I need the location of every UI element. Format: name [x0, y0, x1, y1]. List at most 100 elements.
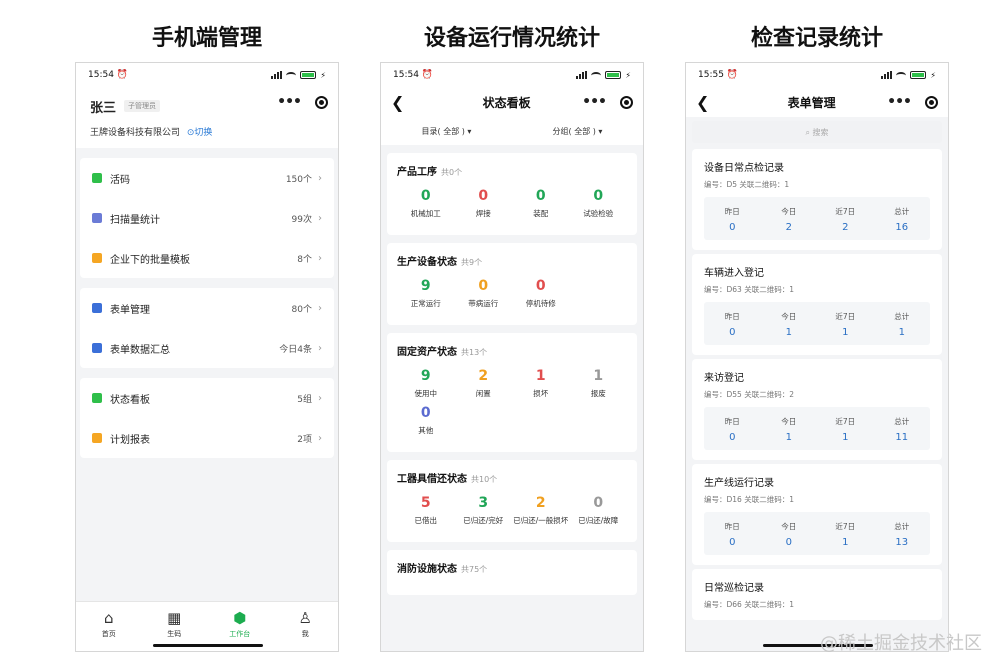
stat-number: 0: [478, 278, 489, 294]
menu-item[interactable]: 扫描量统计 99次 ›: [80, 198, 334, 238]
mini-program-capsule: •••: [887, 94, 938, 110]
record-stat: 近7日 2: [817, 206, 874, 233]
menu-item-label: 企业下的批量模板: [110, 254, 190, 266]
form-record-card[interactable]: 车辆进入登记 编号：D63 关联二维码：1 昨日 0 今日 1 近7日 1 总计 1: [692, 254, 942, 355]
charging-icon: ⚡: [625, 70, 631, 80]
form-record-card[interactable]: 设备日常点检记录 编号：D5 关联二维码：1 昨日 0 今日 2 近7日 2 总计 16: [692, 149, 942, 250]
record-stat: 今日 0: [761, 521, 818, 548]
status-card[interactable]: 固定资产状态 共13个 9 使用中 2 闲置 1 损坏 1 报废 0 其他: [387, 333, 637, 452]
stat-item[interactable]: 1 损坏: [512, 368, 570, 399]
more-icon[interactable]: •••: [582, 94, 607, 110]
status-card-title: 生产设备状态: [397, 257, 457, 268]
menu-item[interactable]: 状态看板 5组 ›: [80, 378, 334, 418]
close-target-icon[interactable]: [620, 95, 633, 109]
tab-item[interactable]: ♙ 我: [273, 602, 339, 651]
back-icon[interactable]: ❮: [696, 93, 736, 112]
stat-item[interactable]: 0 已归还/故障: [570, 495, 628, 526]
group-filter-dropdown[interactable]: 分组( 全部 ) ▾: [553, 126, 603, 137]
stat-label: 带病运行: [468, 299, 499, 308]
stat-number: 0: [593, 495, 604, 511]
stat-item[interactable]: 0 停机待修: [512, 278, 570, 309]
stat-item[interactable]: 0 装配: [512, 188, 570, 219]
record-stat: 近7日 1: [817, 521, 874, 548]
form-record-card[interactable]: 日常巡检记录 编号：D66 关联二维码：1: [692, 569, 942, 620]
more-icon[interactable]: •••: [277, 94, 302, 110]
status-card-header: 固定资产状态 共13个: [397, 343, 627, 358]
stat-label: 停机待修: [525, 299, 556, 308]
switch-company-link[interactable]: ⊙切换: [187, 128, 213, 138]
phone-workbench: 15:54 ⏰ ⚡ ••• 张三 子管理员 王牌设备科技有限公司 ⊙切换 活码 1…: [75, 62, 339, 652]
mini-program-capsule: •••: [582, 94, 633, 110]
status-card[interactable]: 消防设施状态 共75个: [387, 550, 637, 595]
status-card[interactable]: 产品工序 共0个 0 机械加工 0 焊接 0 装配 0 试验检验: [387, 153, 637, 235]
qr-grid-icon: [92, 173, 102, 183]
status-card-header: 产品工序 共0个: [397, 163, 627, 178]
watermark: @稀土掘金技术社区: [820, 633, 982, 654]
stat-item[interactable]: 0 焊接: [455, 188, 513, 219]
record-stat: 今日 1: [761, 311, 818, 338]
chevron-right-icon: ›: [318, 172, 322, 184]
search-input[interactable]: ⌕ 搜索: [692, 121, 942, 143]
record-stat: 总计 13: [874, 521, 931, 548]
tab-icon: ▦: [167, 609, 182, 627]
tab-icon: ♙: [298, 609, 312, 627]
record-stat-value: 16: [895, 222, 909, 233]
more-icon[interactable]: •••: [887, 94, 912, 110]
back-icon[interactable]: ❮: [391, 93, 431, 112]
stat-label: 装配: [533, 209, 549, 218]
menu-item-label: 活码: [110, 174, 130, 186]
stat-number: 0: [478, 188, 489, 204]
chevron-right-icon: ›: [318, 392, 322, 404]
directory-filter-dropdown[interactable]: 目录( 全部 ) ▾: [422, 126, 472, 137]
stat-grid: 9 使用中 2 闲置 1 损坏 1 报废 0 其他: [397, 368, 627, 442]
stat-label: 已归还/一般损坏: [513, 516, 569, 525]
form-record-card[interactable]: 来访登记 编号：D55 关联二维码：2 昨日 0 今日 1 近7日 1 总计 11: [692, 359, 942, 460]
status-card[interactable]: 工器具借还状态 共10个 5 已借出 3 已归还/完好 2 已归还/一般损坏 0 已归还/故障: [387, 460, 637, 542]
stat-item[interactable]: 9 使用中: [397, 368, 455, 399]
stat-number: 9: [420, 278, 431, 294]
menu-item-label: 扫描量统计: [110, 214, 160, 226]
form-record-card[interactable]: 生产线运行记录 编号：D16 关联二维码：1 昨日 0 今日 0 近7日 1 总计 13: [692, 464, 942, 565]
panel-title-device-stats: 设备运行情况统计: [423, 26, 600, 51]
stat-item[interactable]: 1 报废: [570, 368, 628, 399]
stat-item[interactable]: 2 已归还/一般损坏: [512, 495, 570, 526]
stat-item[interactable]: 0 机械加工: [397, 188, 455, 219]
form-record-title: 日常巡检记录: [704, 583, 764, 594]
menu-item[interactable]: 企业下的批量模板 8个 ›: [80, 238, 334, 278]
form-record-meta: 编号：D5 关联二维码：1: [704, 180, 790, 189]
stat-item[interactable]: 3 已归还/完好: [455, 495, 513, 526]
role-badge: 子管理员: [124, 100, 161, 112]
status-time: 15:55 ⏰: [698, 70, 739, 80]
stat-label: 已归还/故障: [578, 516, 619, 525]
record-stat-value: 0: [729, 327, 736, 338]
menu-item-value: 8个: [297, 254, 312, 265]
chevron-right-icon: ›: [318, 252, 322, 264]
record-stat-label: 昨日: [724, 417, 740, 426]
status-card-title: 产品工序: [397, 167, 437, 178]
stat-item[interactable]: 5 已借出: [397, 495, 455, 526]
record-stat-value: 11: [895, 432, 909, 443]
close-target-icon[interactable]: [315, 95, 328, 109]
menu-item[interactable]: 表单管理 80个 ›: [80, 288, 334, 328]
stat-number: 3: [478, 495, 489, 511]
menu-item[interactable]: 计划报表 2项 ›: [80, 418, 334, 458]
stat-label: 试验检验: [583, 209, 614, 218]
status-card[interactable]: 生产设备状态 共9个 9 正常运行 0 带病运行 0 停机待修: [387, 243, 637, 325]
stat-number: 2: [478, 368, 489, 384]
close-target-icon[interactable]: [925, 95, 938, 109]
status-time: 15:54 ⏰: [393, 70, 434, 80]
wifi-icon: [591, 71, 602, 79]
stat-label: 焊接: [475, 209, 491, 218]
stat-item[interactable]: 2 闲置: [455, 368, 513, 399]
chevron-right-icon: ›: [318, 302, 322, 314]
tab-item[interactable]: ⌂ 首页: [76, 602, 142, 651]
menu-item[interactable]: 活码 150个 ›: [80, 158, 334, 198]
stat-item[interactable]: 0 其他: [397, 405, 455, 436]
template-icon: [92, 253, 102, 263]
stat-number: 0: [420, 405, 431, 421]
stat-item[interactable]: 0 试验检验: [570, 188, 628, 219]
stat-item[interactable]: 0 带病运行: [455, 278, 513, 309]
menu-item[interactable]: 表单数据汇总 今日4条 ›: [80, 328, 334, 368]
record-stat-value: 1: [842, 432, 849, 443]
stat-item[interactable]: 9 正常运行: [397, 278, 455, 309]
